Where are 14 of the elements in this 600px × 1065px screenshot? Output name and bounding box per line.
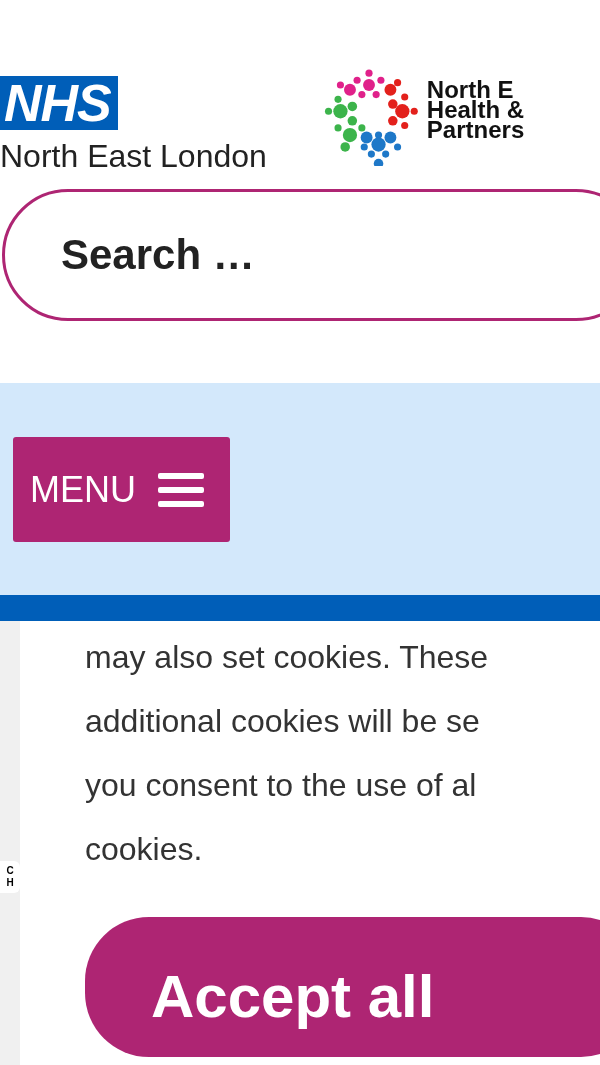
cookie-text-line: you consent to the use of al <box>85 766 478 805</box>
nhs-logo: NHS <box>0 76 118 130</box>
cookie-text-line: cookies. <box>85 830 204 869</box>
menu-icon <box>158 472 204 507</box>
search-field[interactable]: Search … <box>2 189 600 321</box>
partner-name-line: Partners <box>426 120 525 140</box>
partner-name-line: North E <box>426 80 514 100</box>
side-tab[interactable]: C H <box>0 861 20 893</box>
menu-button[interactable]: MENU <box>13 437 230 542</box>
organisation-name: North East London <box>0 138 267 175</box>
cookie-text-line: may also set cookies. These <box>85 638 490 677</box>
partner-name-line: Health & <box>426 100 525 120</box>
accept-cookies-button[interactable]: Accept all <box>85 917 600 1057</box>
cookie-text-line: additional cookies will be se <box>85 702 481 741</box>
